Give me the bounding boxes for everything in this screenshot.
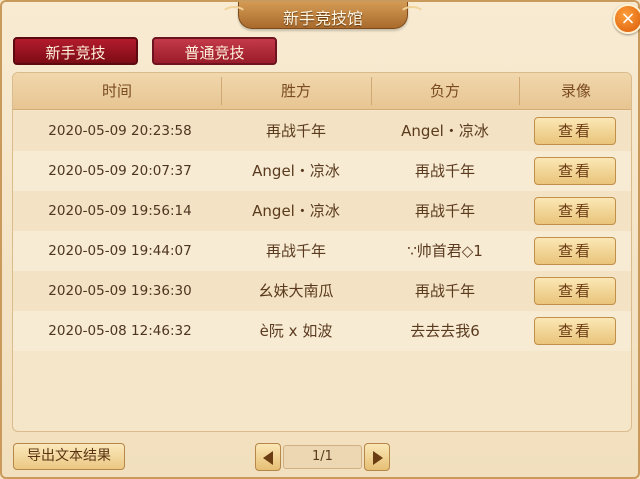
time-cell: 2020-05-09 19:36:30 xyxy=(48,283,192,299)
export-text-button[interactable]: 导出文本结果 xyxy=(13,443,125,470)
close-icon[interactable]: × xyxy=(613,4,640,34)
winner-cell: Angel・凉冰 xyxy=(252,202,340,220)
view-replay-button[interactable]: 查看 xyxy=(534,157,616,185)
header-replay: 录像 xyxy=(560,82,591,100)
time-cell: 2020-05-09 20:07:37 xyxy=(48,163,192,179)
header-winner: 胜方 xyxy=(280,82,311,100)
winner-cell: 再战千年 xyxy=(265,242,326,260)
time-cell: 2020-05-08 12:46:32 xyxy=(48,323,192,339)
header-loser: 负方 xyxy=(429,82,460,100)
pagination: 1/1 xyxy=(255,443,390,471)
view-replay-button[interactable]: 查看 xyxy=(534,317,616,345)
window-title: 新手竞技馆 xyxy=(282,9,363,28)
battle-record-table: 时间 胜方 负方 录像 2020-05-09 20:23:58 再战千年 Ang… xyxy=(12,72,632,432)
view-replay-button[interactable]: 查看 xyxy=(534,277,616,305)
arrow-left-icon xyxy=(263,451,273,465)
winner-cell: Angel・凉冰 xyxy=(252,162,340,180)
table-header: 时间 胜方 负方 录像 xyxy=(13,73,631,110)
time-cell: 2020-05-09 20:23:58 xyxy=(48,123,192,139)
loser-cell: 再战千年 xyxy=(414,282,475,300)
tab-normal-arena[interactable]: 普通竞技 xyxy=(152,37,277,65)
table-row: 2020-05-09 19:44:07 再战千年 ∵帅首君◇1 查看 xyxy=(13,231,631,271)
winner-cell: 幺妹大南瓜 xyxy=(258,282,334,300)
view-replay-button[interactable]: 查看 xyxy=(534,197,616,225)
loser-cell: Angel・凉冰 xyxy=(401,122,489,140)
arena-window: 新手竞技馆 × 新手竞技 普通竞技 时间 胜方 负方 录像 2020-05-09… xyxy=(0,0,640,479)
title-banner: 新手竞技馆 xyxy=(221,2,425,29)
loser-cell: 再战千年 xyxy=(414,202,475,220)
view-replay-button[interactable]: 查看 xyxy=(534,237,616,265)
loser-cell: ∵帅首君◇1 xyxy=(407,242,483,260)
tab-novice-arena[interactable]: 新手竞技 xyxy=(13,37,138,65)
page-indicator: 1/1 xyxy=(283,445,362,469)
view-replay-button[interactable]: 查看 xyxy=(534,117,616,145)
header-time: 时间 xyxy=(101,82,132,100)
winner-cell: è阮 x 如波 xyxy=(259,322,333,340)
time-cell: 2020-05-09 19:44:07 xyxy=(48,243,192,259)
loser-cell: 去去去我6 xyxy=(410,322,480,340)
winner-cell: 再战千年 xyxy=(265,122,326,140)
table-row: 2020-05-09 19:36:30 幺妹大南瓜 再战千年 查看 xyxy=(13,271,631,311)
arrow-right-icon xyxy=(373,451,383,465)
time-cell: 2020-05-09 19:56:14 xyxy=(48,203,192,219)
prev-page-button[interactable] xyxy=(255,443,281,471)
table-row: 2020-05-09 20:07:37 Angel・凉冰 再战千年 查看 xyxy=(13,151,631,191)
next-page-button[interactable] xyxy=(364,443,390,471)
table-row: 2020-05-08 12:46:32 è阮 x 如波 去去去我6 查看 xyxy=(13,311,631,351)
loser-cell: 再战千年 xyxy=(414,162,475,180)
table-row: 2020-05-09 20:23:58 再战千年 Angel・凉冰 查看 xyxy=(13,111,631,151)
table-row: 2020-05-09 19:56:14 Angel・凉冰 再战千年 查看 xyxy=(13,191,631,231)
